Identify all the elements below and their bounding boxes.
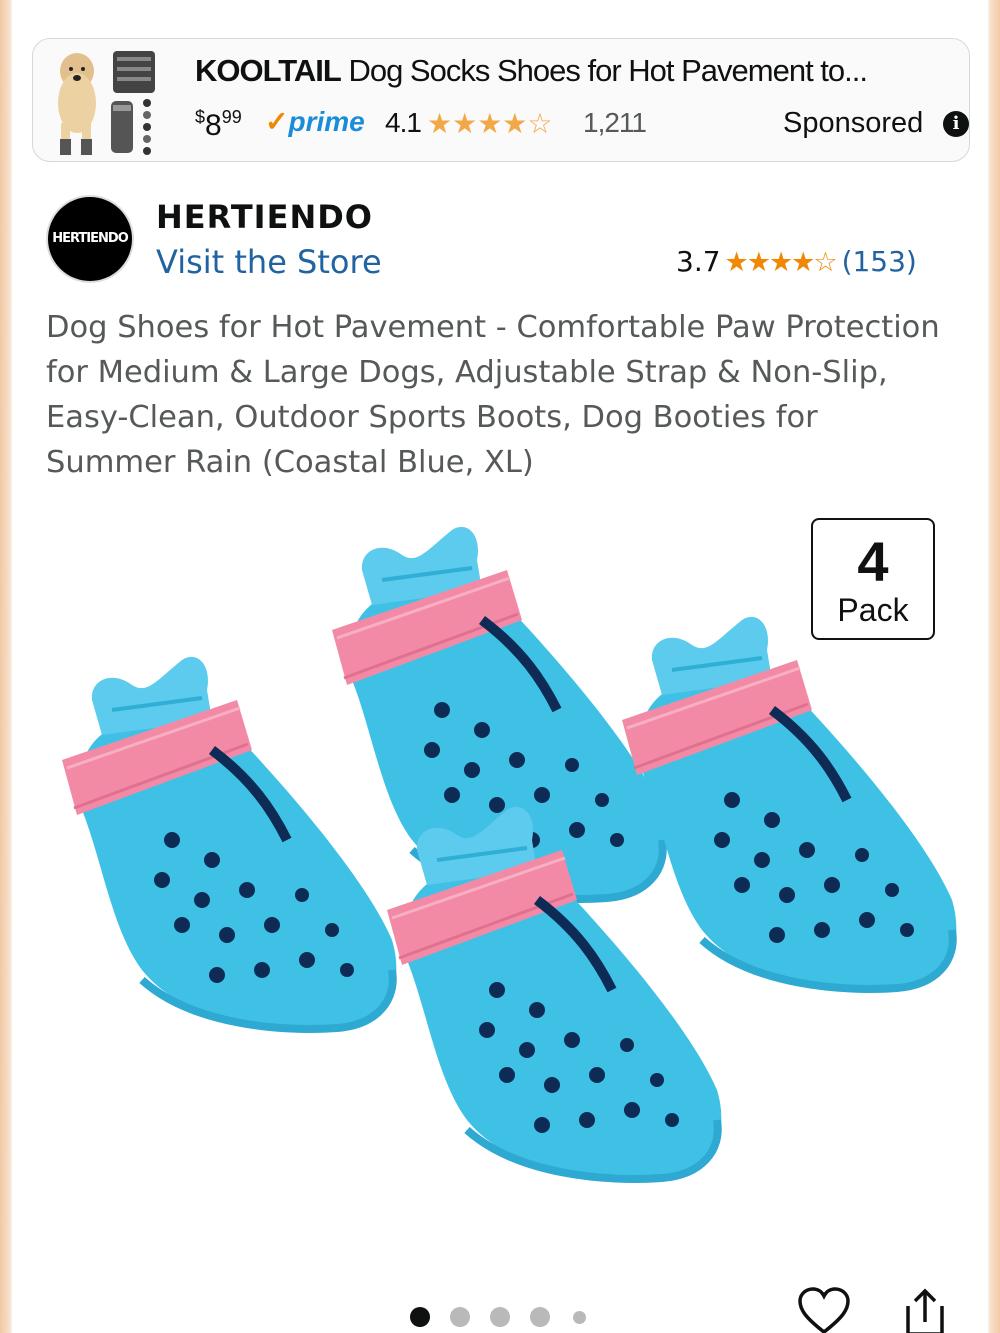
ad-title-text: Dog Socks Shoes for Hot Pavement to... (348, 53, 868, 88)
rating-value: 3.7 (676, 245, 721, 278)
shoe-back-left (62, 657, 396, 1030)
brand-name: HERTIENDO (156, 198, 373, 236)
price-symbol: $ (195, 107, 206, 127)
pack-count: 4 (857, 530, 889, 593)
visit-store-link[interactable]: Visit the Store (156, 243, 382, 281)
star-rating-icon: ★★★★☆ (724, 247, 838, 278)
prime-badge: ✓prime (265, 105, 365, 138)
price-whole: 8 (205, 109, 222, 142)
ad-star-rating-icon: ★★★★☆ (427, 108, 553, 139)
carousel-dot-4[interactable] (530, 1307, 550, 1327)
info-icon[interactable]: i (943, 111, 969, 137)
rating-count-link[interactable]: (153) (842, 245, 917, 278)
ad-rating-count: 1,211 (583, 107, 647, 138)
price-cents: 99 (221, 107, 242, 127)
shoe-back-right (622, 617, 956, 990)
product-page: KOOLTAIL Dog Socks Shoes for Hot Pavemen… (12, 0, 988, 1333)
brand-logo[interactable]: HERTIENDO (46, 195, 134, 283)
product-title: Dog Shoes for Hot Pavement - Comfortable… (46, 310, 940, 480)
ad-price: $899 (195, 107, 242, 143)
image-carousel-dots[interactable] (410, 1305, 610, 1329)
prime-check-icon: ✓ (265, 106, 289, 137)
heart-icon[interactable] (796, 1286, 852, 1333)
ad-title[interactable]: KOOLTAIL Dog Socks Shoes for Hot Pavemen… (195, 53, 955, 89)
ad-brand: KOOLTAIL (195, 53, 342, 88)
sponsored-label: Sponsored (783, 107, 924, 139)
sponsored-ad-card[interactable]: KOOLTAIL Dog Socks Shoes for Hot Pavemen… (32, 38, 970, 162)
ad-details-row: $899 ✓prime 4.1 ★★★★☆ 1,211 Sponsored i (195, 105, 969, 147)
pack-badge: 4 Pack (811, 518, 935, 640)
carousel-dot-5[interactable] (573, 1311, 586, 1324)
share-icon[interactable] (900, 1286, 950, 1333)
carousel-dot-3[interactable] (490, 1307, 510, 1327)
pack-label: Pack (837, 592, 909, 628)
carousel-dot-1[interactable] (410, 1307, 430, 1327)
prime-label: prime (288, 106, 365, 137)
product-rating[interactable]: 3.7 ★★★★☆ (153) (676, 245, 917, 278)
ad-product-thumbnail (47, 43, 167, 159)
ad-rating-value: 4.1 (385, 107, 422, 138)
carousel-dot-2[interactable] (450, 1307, 470, 1327)
